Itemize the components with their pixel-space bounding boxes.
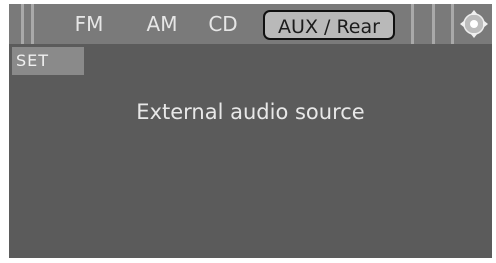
set-button[interactable]: SET: [12, 47, 84, 75]
tab-divider: [411, 4, 414, 44]
tab-am[interactable]: AM: [138, 4, 186, 44]
tab-divider: [451, 4, 454, 44]
tab-cd[interactable]: CD: [202, 4, 244, 44]
tab-fm[interactable]: FM: [65, 4, 113, 44]
navigation-pad-icon[interactable]: [459, 9, 489, 39]
source-tab-bar: FM AM CD AUX / Rear: [9, 4, 492, 44]
tab-divider: [432, 4, 435, 44]
radio-screen: FM AM CD AUX / Rear SET External audio s…: [9, 4, 492, 258]
tab-divider: [31, 4, 34, 44]
tab-divider: [21, 4, 24, 44]
audio-source-message: External audio source: [136, 100, 365, 124]
tab-aux-rear[interactable]: AUX / Rear: [263, 10, 395, 40]
